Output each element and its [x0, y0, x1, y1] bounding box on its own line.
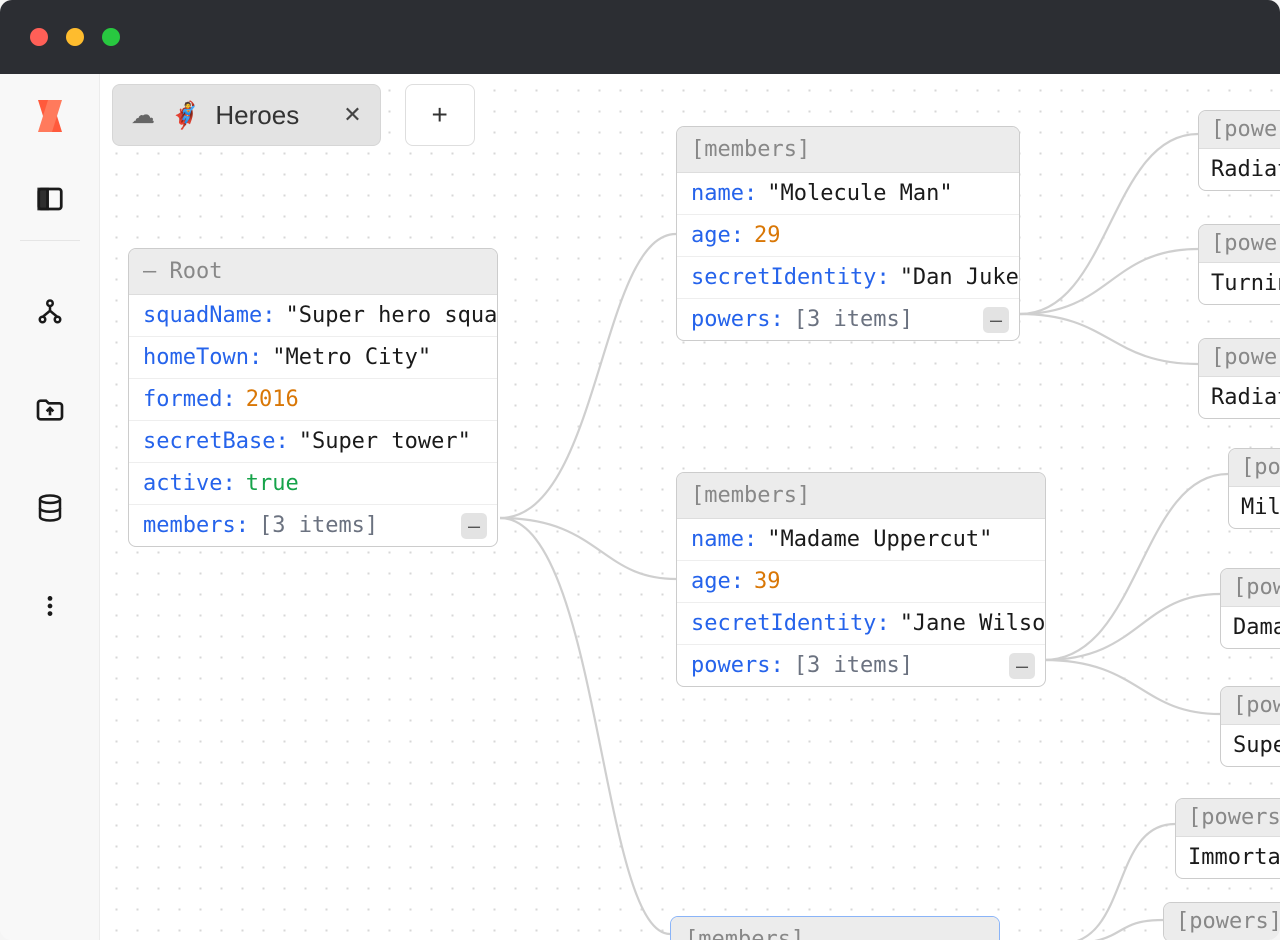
node-member-1[interactable]: [members] name:"Molecule Man"age:29secre…: [676, 126, 1020, 341]
more-menu-icon[interactable]: [33, 589, 67, 623]
node-powers-4[interactable]: [powe Milli: [1228, 448, 1280, 529]
property-key: age: [691, 223, 731, 248]
cloud-icon: ☁: [131, 101, 155, 130]
node-header: [members]: [671, 917, 999, 940]
property-key: name: [691, 181, 744, 206]
property-value: "Metro City": [272, 345, 431, 370]
node-header: [powers]: [1176, 799, 1280, 837]
property-value: "Molecule Man": [767, 181, 952, 206]
node-value: Turning: [1199, 263, 1280, 304]
node-root[interactable]: – Root squadName:"Super hero squad"homeT…: [128, 248, 498, 547]
collapse-button[interactable]: –: [461, 513, 487, 539]
canvas[interactable]: ☁ 🦸 Heroes ✕ +: [100, 74, 1280, 940]
property-key: powers: [691, 653, 770, 678]
node-value: Damag: [1221, 607, 1280, 648]
node-member-2[interactable]: [members] name:"Madame Uppercut"age:39se…: [676, 472, 1046, 687]
node-value: Super: [1221, 725, 1280, 766]
node-header: – Root: [129, 249, 497, 295]
property-value: 29: [754, 223, 781, 248]
property-value: "Jane Wilson": [900, 611, 1046, 636]
property-value: [3 items]: [794, 653, 913, 678]
property-value: [3 items]: [794, 307, 913, 332]
titlebar: [0, 0, 1280, 74]
tab-heroes[interactable]: ☁ 🦸 Heroes ✕: [112, 84, 381, 146]
collapse-button[interactable]: –: [983, 307, 1009, 333]
collapse-button[interactable]: –: [1009, 653, 1035, 679]
node-row[interactable]: secretIdentity:"Jane Wilson": [677, 603, 1045, 645]
node-header: [powe: [1221, 569, 1280, 607]
node-value: Radiati: [1199, 149, 1280, 190]
property-key: secretBase: [143, 429, 275, 454]
node-row[interactable]: secretIdentity:"Dan Jukes": [677, 257, 1019, 299]
property-value: "Dan Jukes": [900, 265, 1020, 290]
node-powers-1[interactable]: [powers] Radiati: [1198, 110, 1280, 191]
node-header: [powers]: [1164, 903, 1280, 940]
property-value: "Super hero squad": [285, 303, 498, 328]
node-row[interactable]: powers:[3 items]–: [677, 299, 1019, 340]
property-value: "Super tower": [299, 429, 471, 454]
property-value: [3 items]: [259, 513, 378, 538]
node-value: Immortali: [1176, 837, 1280, 878]
node-row[interactable]: homeTown:"Metro City": [129, 337, 497, 379]
close-window-button[interactable]: [30, 28, 48, 46]
sidebar: [0, 74, 100, 940]
node-row[interactable]: name:"Madame Uppercut": [677, 519, 1045, 561]
node-row[interactable]: squadName:"Super hero squad": [129, 295, 497, 337]
minimize-window-button[interactable]: [66, 28, 84, 46]
node-powers-5[interactable]: [powe Damag: [1220, 568, 1280, 649]
property-key: powers: [691, 307, 770, 332]
node-header: [powers]: [1199, 111, 1280, 149]
property-value: 2016: [246, 387, 299, 412]
node-header: [members]: [677, 473, 1045, 519]
node-powers-3[interactable]: [powers Radiati: [1198, 338, 1280, 419]
tab-emoji: 🦸: [169, 100, 201, 131]
property-key: active: [143, 471, 222, 496]
node-row[interactable]: secretBase:"Super tower": [129, 421, 497, 463]
property-value: 39: [754, 569, 781, 594]
maximize-window-button[interactable]: [102, 28, 120, 46]
property-value: "Madame Uppercut": [767, 527, 992, 552]
tree-view-icon[interactable]: [33, 295, 67, 329]
property-value: true: [246, 471, 299, 496]
sidebar-divider: [20, 240, 80, 241]
tabbar: ☁ 🦸 Heroes ✕ +: [112, 84, 475, 146]
node-value: Radiati: [1199, 377, 1280, 418]
node-member-3[interactable]: [members]: [670, 916, 1000, 940]
node-row[interactable]: age:39: [677, 561, 1045, 603]
database-icon[interactable]: [33, 491, 67, 525]
property-key: squadName: [143, 303, 262, 328]
property-key: name: [691, 527, 744, 552]
property-key: age: [691, 569, 731, 594]
node-powers-7[interactable]: [powers] Immortali: [1175, 798, 1280, 879]
property-key: members: [143, 513, 236, 538]
node-row[interactable]: members:[3 items]–: [129, 505, 497, 546]
node-row[interactable]: formed:2016: [129, 379, 497, 421]
app-logo-icon: [28, 94, 72, 138]
node-row[interactable]: age:29: [677, 215, 1019, 257]
node-header: [members]: [677, 127, 1019, 173]
tab-close-icon[interactable]: ✕: [343, 102, 361, 128]
property-key: secretIdentity: [691, 265, 876, 290]
node-header: [powers: [1199, 225, 1280, 263]
property-key: formed: [143, 387, 222, 412]
main-area: ☁ 🦸 Heroes ✕ +: [0, 74, 1280, 940]
node-powers-8[interactable]: [powers]: [1163, 902, 1280, 940]
node-powers-2[interactable]: [powers Turning: [1198, 224, 1280, 305]
node-row[interactable]: active:true: [129, 463, 497, 505]
new-tab-button[interactable]: +: [405, 84, 475, 146]
node-header: [powers: [1199, 339, 1280, 377]
property-key: homeTown: [143, 345, 249, 370]
property-key: secretIdentity: [691, 611, 876, 636]
node-header: [powe: [1229, 449, 1280, 487]
folder-upload-icon[interactable]: [33, 393, 67, 427]
node-value: Milli: [1229, 487, 1280, 528]
node-row[interactable]: name:"Molecule Man": [677, 173, 1019, 215]
panel-toggle-icon[interactable]: [33, 182, 67, 216]
app-window: ☁ 🦸 Heroes ✕ +: [0, 0, 1280, 940]
node-header: [powe: [1221, 687, 1280, 725]
tab-label: Heroes: [215, 100, 299, 131]
node-powers-6[interactable]: [powe Super: [1220, 686, 1280, 767]
node-row[interactable]: powers:[3 items]–: [677, 645, 1045, 686]
